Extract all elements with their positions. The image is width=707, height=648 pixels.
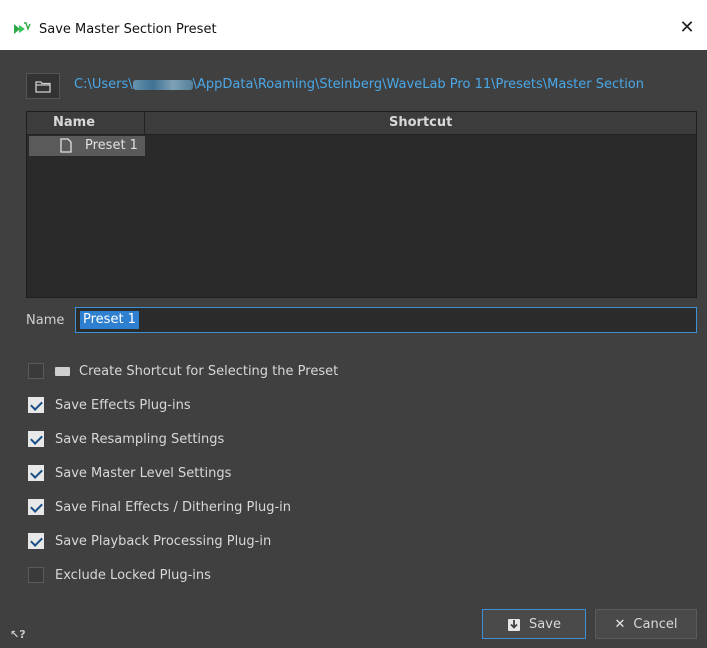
option-label: Exclude Locked Plug-ins xyxy=(55,568,211,583)
path-suffix: \AppData\Roaming\Steinberg\WaveLab Pro 1… xyxy=(192,77,645,92)
folder-icon xyxy=(35,80,51,93)
x-icon: ✕ xyxy=(614,616,626,632)
checkbox[interactable] xyxy=(28,567,44,583)
preset-name-cell: Preset 1 xyxy=(85,138,138,153)
keyboard-icon xyxy=(55,367,70,376)
wavelab-logo-icon xyxy=(14,22,31,34)
title-bar: Save Master Section Preset ✕ xyxy=(0,0,707,50)
document-icon xyxy=(60,138,72,153)
checkbox[interactable] xyxy=(28,431,44,447)
option-label: Save Final Effects / Dithering Plug-in xyxy=(55,500,291,515)
cancel-button-label: Cancel xyxy=(633,616,678,632)
preset-folder-path[interactable]: C:\Users\ \AppData\Roaming\Steinberg\Wave… xyxy=(74,77,644,92)
save-icon xyxy=(508,618,521,631)
preset-name-selected-text: Preset 1 xyxy=(80,311,139,329)
redacted-username xyxy=(132,79,193,90)
table-row[interactable]: Preset 1 xyxy=(29,136,145,156)
save-button-label: Save xyxy=(529,616,561,632)
checkbox[interactable] xyxy=(28,465,44,481)
path-row: C:\Users\ \AppData\Roaming\Steinberg\Wave… xyxy=(26,69,698,101)
option-label: Save Playback Processing Plug-in xyxy=(55,534,272,549)
cancel-button[interactable]: ✕ Cancel xyxy=(595,609,697,639)
column-header-name[interactable]: Name xyxy=(53,112,95,134)
checkbox[interactable] xyxy=(28,397,44,413)
column-separator[interactable] xyxy=(144,112,145,134)
option-label: Save Master Level Settings xyxy=(55,466,232,481)
table-header: Name Shortcut xyxy=(27,112,696,135)
checkbox[interactable] xyxy=(28,533,44,549)
name-field-row: Name Preset 1 xyxy=(26,307,697,335)
option-label: Create Shortcut for Selecting the Preset xyxy=(79,364,339,379)
dialog-title: Save Master Section Preset xyxy=(39,22,217,37)
option-label: Save Effects Plug-ins xyxy=(55,398,191,413)
name-label: Name xyxy=(26,313,65,328)
close-button[interactable]: ✕ xyxy=(667,10,707,44)
save-button[interactable]: Save xyxy=(482,609,586,639)
path-prefix: C:\Users\ xyxy=(74,77,133,92)
checkbox[interactable] xyxy=(28,499,44,515)
column-header-shortcut[interactable]: Shortcut xyxy=(389,112,452,134)
preset-name-input[interactable]: Preset 1 xyxy=(75,307,697,333)
context-help-icon[interactable]: ↖? xyxy=(10,628,26,641)
browse-folder-button[interactable] xyxy=(26,73,60,99)
checkbox[interactable] xyxy=(28,363,44,379)
preset-table[interactable]: Name Shortcut Preset 1 xyxy=(26,111,697,298)
option-label: Save Resampling Settings xyxy=(55,432,225,447)
